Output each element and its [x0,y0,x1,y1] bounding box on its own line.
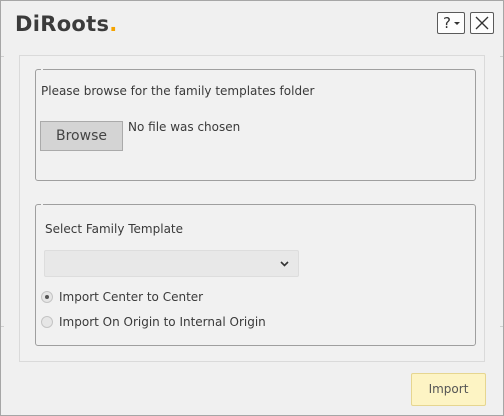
resize-edge-mark [1,56,4,57]
template-groupbox: Select Family Template Import Center to … [35,202,476,346]
logo-accent-dot: . [109,12,118,36]
radio-label-origin-to-internal-origin: Import On Origin to Internal Origin [59,315,266,329]
close-icon [475,16,489,30]
main-panel: Please browse for the family templates f… [19,55,485,362]
radio-origin-to-internal-origin[interactable]: Import On Origin to Internal Origin [41,314,266,330]
resize-edge-mark [500,326,503,327]
radio-center-to-center[interactable]: Import Center to Center [41,289,203,305]
resize-edge-mark [500,56,503,57]
resize-edge-mark [1,326,4,327]
help-icon: ? [443,14,451,32]
folder-groupbox: Please browse for the family templates f… [35,67,476,181]
folder-prompt-label: Please browse for the family templates f… [41,84,315,98]
chevron-down-icon [280,261,289,267]
radio-button-checked[interactable] [41,291,53,303]
import-button[interactable]: Import [411,373,486,406]
radio-label-center-to-center: Import Center to Center [59,290,204,304]
close-button[interactable] [470,12,494,34]
browse-button[interactable]: Browse [40,121,123,151]
diroots-logo: DiRoots. [15,9,118,39]
dialog-window: DiRoots. ? Please browse for the family … [0,0,504,416]
logo-text: DiRoots [15,12,110,36]
select-template-label: Select Family Template [45,222,184,236]
file-status-label: No file was chosen [128,120,241,134]
radio-button-unchecked[interactable] [41,316,53,328]
family-template-select[interactable] [44,250,299,277]
help-menu-button[interactable]: ? [437,12,465,34]
dropdown-caret-icon [454,22,460,25]
